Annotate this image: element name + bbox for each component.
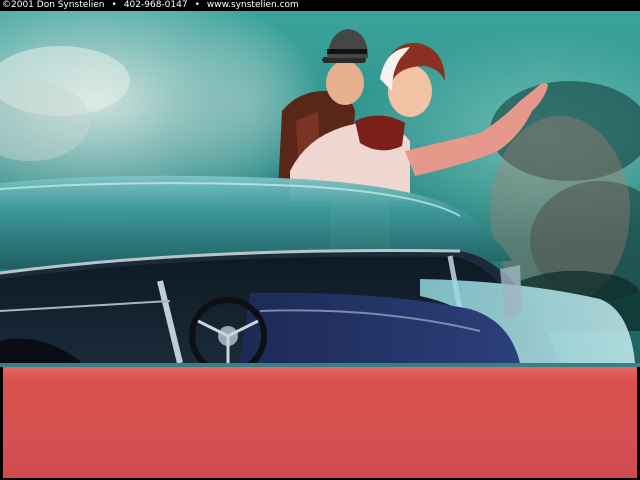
red-footer-band	[0, 367, 640, 480]
phone-number: 402-968-0147	[123, 0, 188, 10]
retro-couple-car-artwork	[0, 11, 640, 369]
copyright-bar: ©2001 Don Synstelien • 402-968-0147 • www.sy…	[0, 0, 640, 11]
separator-bullet: •	[194, 0, 200, 10]
page: ©2001 Don Synstelien • 402-968-0147 • www.sy…	[0, 0, 640, 480]
separator-bullet: •	[111, 0, 117, 10]
website-link[interactable]: www.synstelien.com	[207, 0, 299, 10]
copyright-text: ©2001 Don Synstelien	[2, 0, 105, 10]
